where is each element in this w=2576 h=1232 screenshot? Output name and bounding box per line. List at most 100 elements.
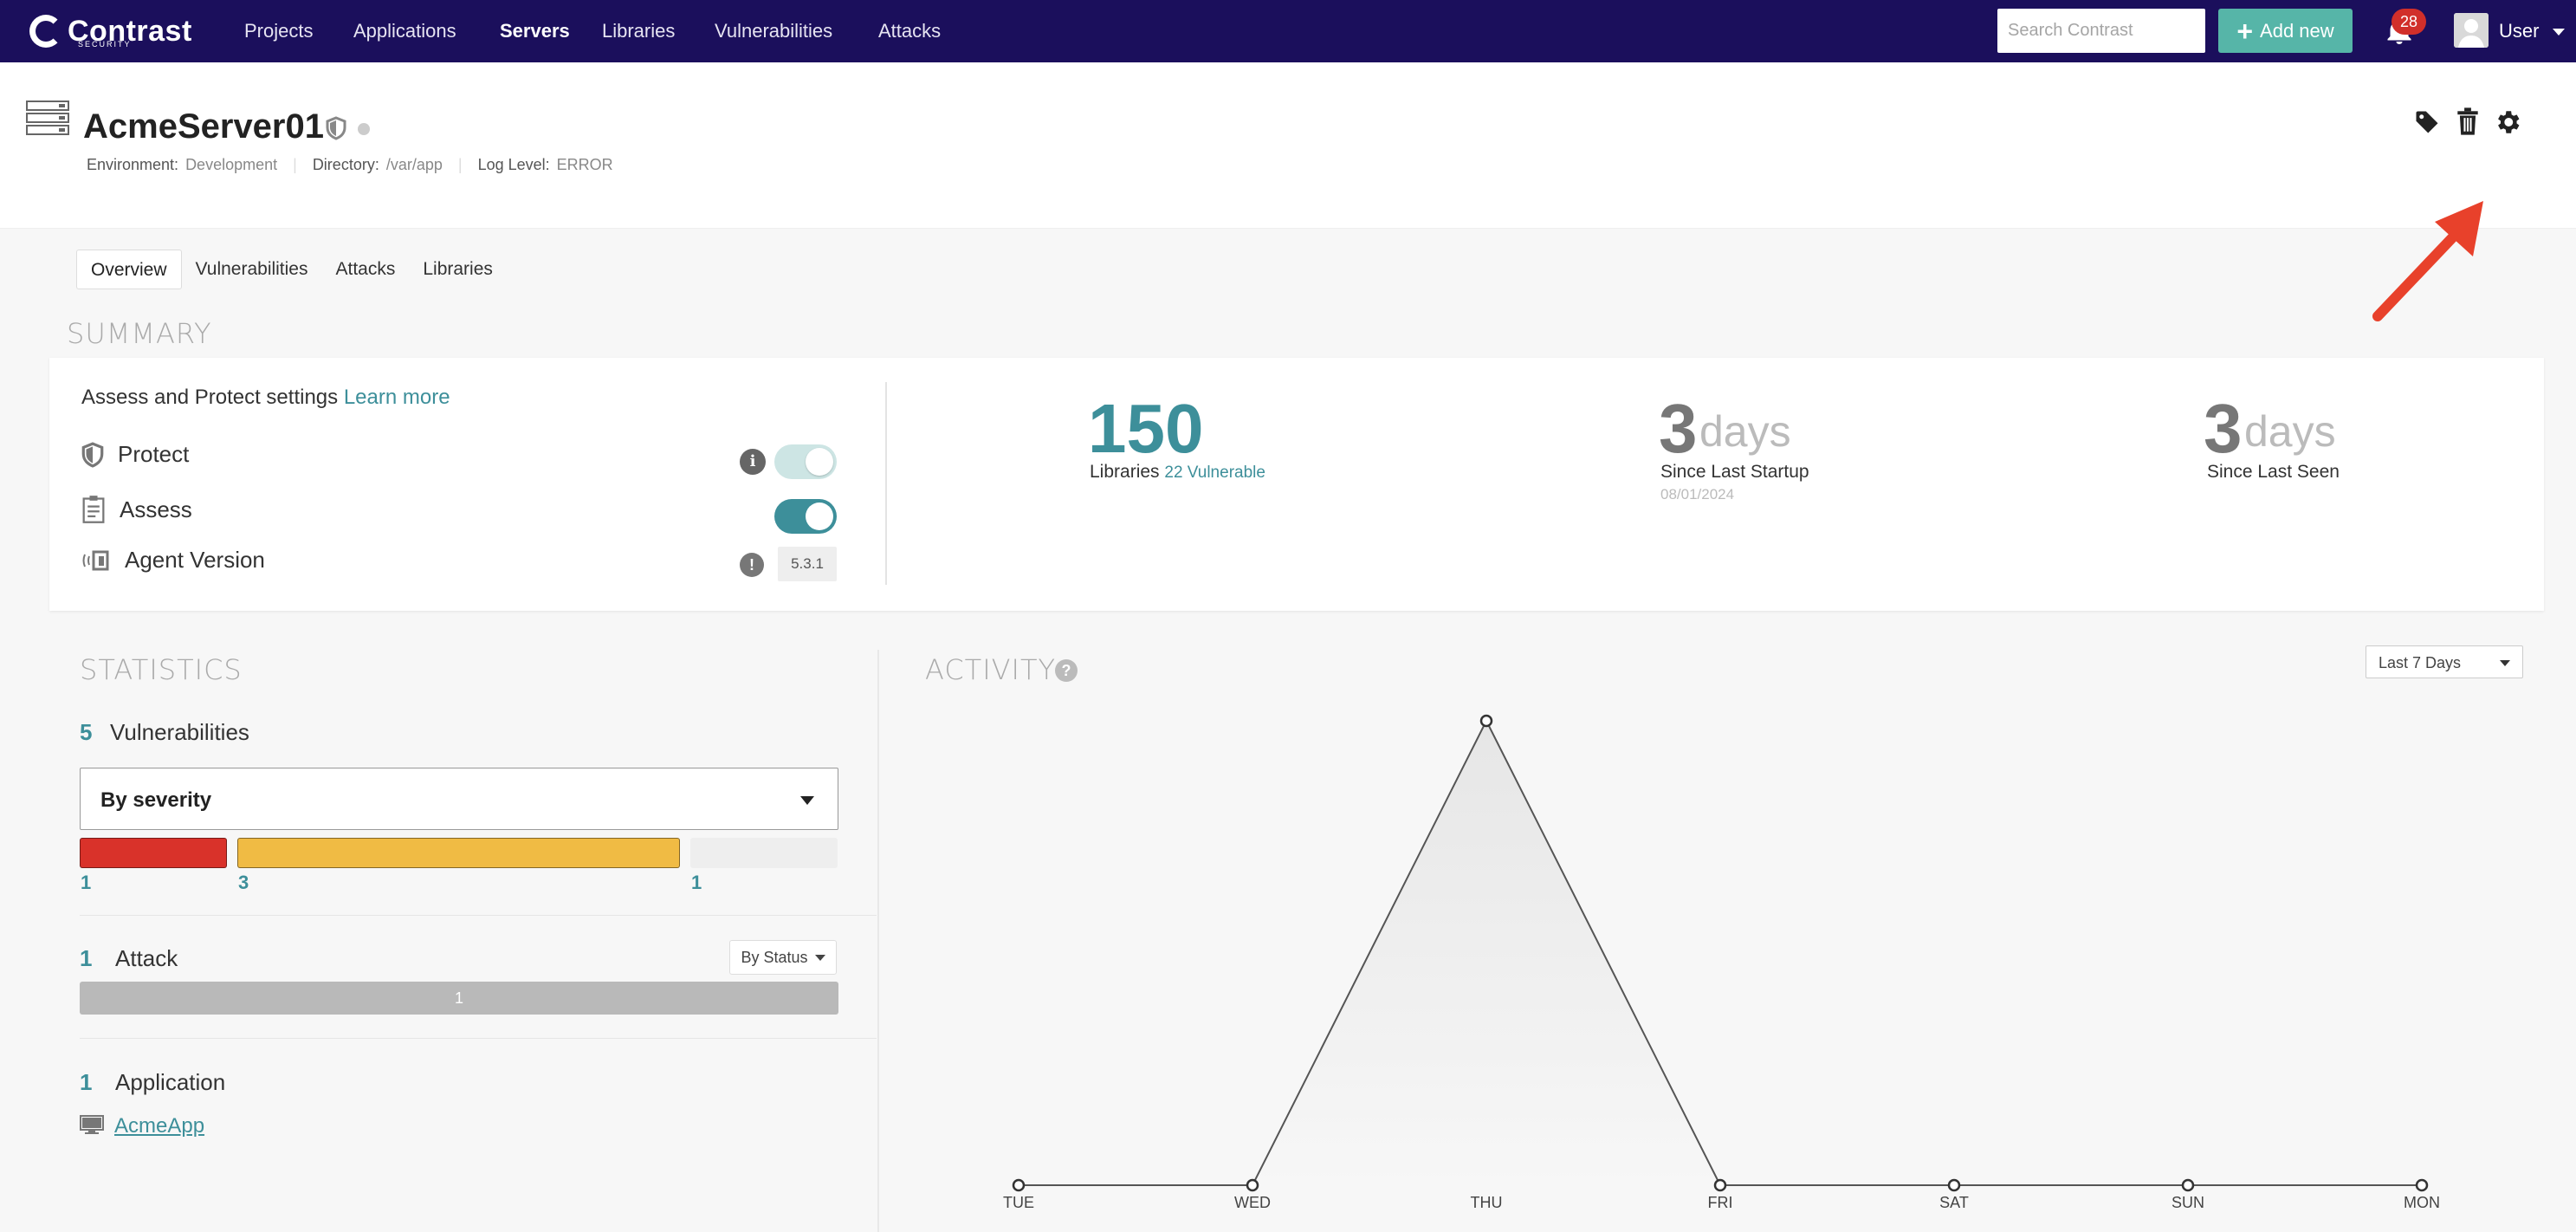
chart-x-tick-label: THU: [1471, 1194, 1503, 1211]
chevron-down-icon: [2500, 660, 2510, 666]
protect-toggle[interactable]: [774, 444, 837, 479]
summary-card: Assess and Protect settings Learn more P…: [49, 358, 2544, 611]
toggle-knob: [806, 448, 833, 476]
severity-select[interactable]: By severity: [80, 768, 838, 830]
info-icon[interactable]: i: [740, 449, 766, 475]
date-range-select[interactable]: Last 7 Days: [2366, 645, 2523, 678]
directory-key: Directory:: [312, 156, 379, 173]
user-avatar-icon: [2454, 13, 2489, 48]
libraries-label: Libraries: [1090, 462, 1160, 482]
add-new-button[interactable]: + Add new: [2218, 9, 2353, 53]
chart-point-mon[interactable]: [2415, 1178, 2429, 1192]
activity-heading: ACTIVITY: [925, 653, 1057, 686]
nav-attacks[interactable]: Attacks: [878, 0, 941, 62]
logo-mark-icon: [29, 15, 62, 48]
status-dot: [358, 123, 370, 135]
chart-point-fri[interactable]: [1713, 1178, 1727, 1192]
chevron-down-icon[interactable]: [2553, 29, 2565, 36]
user-menu-label[interactable]: User: [2499, 0, 2539, 62]
chart-x-tick-label: WED: [1234, 1194, 1271, 1211]
tab-vulnerabilities[interactable]: Vulnerabilities: [182, 250, 322, 289]
nav-servers[interactable]: Servers: [500, 0, 570, 62]
settings-title: Assess and Protect settings Learn more: [81, 386, 450, 410]
chart-point-sat[interactable]: [1947, 1178, 1961, 1192]
startup-label: Since Last Startup: [1660, 462, 1809, 482]
application-count[interactable]: 1: [80, 1069, 92, 1096]
divider: [80, 1038, 877, 1039]
startup-unit: days: [1699, 407, 1791, 456]
plus-icon: +: [2236, 15, 2254, 47]
protect-label: Protect: [118, 441, 190, 467]
chart-point-thu[interactable]: [1479, 714, 1493, 728]
attack-label: Attack: [115, 945, 178, 971]
server-meta: Environment: Development | Directory: /v…: [87, 156, 613, 174]
chart-point-tue[interactable]: [1012, 1178, 1026, 1192]
severity-bar-low[interactable]: [690, 838, 838, 868]
tab-overview[interactable]: Overview: [76, 250, 182, 289]
nav-vulnerabilities[interactable]: Vulnerabilities: [715, 0, 832, 62]
severity-count-low[interactable]: 1: [691, 872, 702, 894]
page-title: AcmeServer01: [83, 107, 324, 146]
date-range-value: Last 7 Days: [2379, 654, 2462, 671]
help-icon[interactable]: ?: [1055, 659, 1078, 682]
chart-point-sun[interactable]: [2181, 1178, 2195, 1192]
server-header: AcmeServer01 Environment: Development | …: [0, 62, 2576, 321]
nav-libraries[interactable]: Libraries: [602, 0, 675, 62]
contrast-logo[interactable]: Contrast SECURITY: [29, 10, 192, 52]
environment-key: Environment:: [87, 156, 179, 173]
clipboard-icon: [82, 496, 105, 523]
toggle-knob: [806, 503, 833, 530]
vulnerabilities-count[interactable]: 5: [80, 719, 92, 746]
shield-icon: [81, 441, 104, 468]
card-divider: [885, 382, 887, 585]
chart-x-tick-label: MON: [2404, 1194, 2440, 1211]
chart-point-wed[interactable]: [1246, 1178, 1259, 1192]
top-navigation-bar: Contrast SECURITY Projects Applications …: [0, 0, 2576, 62]
environment-value: Development: [185, 156, 278, 173]
summary-heading: SUMMARY: [67, 317, 212, 350]
severity-count-high[interactable]: 1: [81, 872, 91, 894]
seen-days: 3: [2204, 390, 2243, 467]
severity-bar-high[interactable]: [80, 838, 227, 868]
nav-projects[interactable]: Projects: [244, 0, 313, 62]
protect-row: Protect: [81, 441, 189, 468]
warning-icon[interactable]: !: [740, 553, 764, 577]
search-input[interactable]: [1997, 9, 2205, 53]
trash-icon[interactable]: [2456, 107, 2479, 135]
libraries-count[interactable]: 150: [1088, 389, 1203, 469]
attack-status-select[interactable]: By Status: [729, 940, 837, 975]
chart-area: [1019, 721, 2422, 1185]
meta-separator: |: [293, 156, 297, 173]
startup-days: 3: [1659, 390, 1698, 467]
attack-status-select-value: By Status: [741, 948, 808, 966]
tab-attacks[interactable]: Attacks: [322, 250, 410, 289]
attack-count[interactable]: 1: [80, 945, 92, 972]
severity-count-medium[interactable]: 3: [238, 872, 249, 894]
server-tabs: Overview Vulnerabilities Attacks Librari…: [76, 250, 507, 289]
statistics-heading: STATISTICS: [80, 653, 243, 686]
startup-date: 08/01/2024: [1660, 486, 1735, 503]
log-level-value: ERROR: [556, 156, 613, 173]
chevron-down-icon: [814, 954, 825, 961]
nav-applications[interactable]: Applications: [353, 0, 456, 62]
libraries-vulnerable[interactable]: 22 Vulnerable: [1164, 464, 1265, 482]
notification-badge[interactable]: 28: [2392, 9, 2426, 35]
avatar[interactable]: [2454, 13, 2489, 48]
assess-row: Assess: [81, 495, 192, 524]
gear-icon[interactable]: [2493, 107, 2522, 137]
tab-libraries[interactable]: Libraries: [409, 250, 507, 289]
assess-toggle[interactable]: [774, 499, 837, 534]
tag-icon[interactable]: [2414, 109, 2440, 135]
chart-x-tick-label: SUN: [2171, 1194, 2204, 1211]
attack-status-bar[interactable]: 1: [80, 982, 838, 1015]
severity-bar-medium[interactable]: [237, 838, 680, 868]
vulnerabilities-label: Vulnerabilities: [110, 719, 249, 745]
server-icon: [26, 101, 69, 135]
learn-more-link[interactable]: Learn more: [344, 386, 450, 409]
chart-series-line: [1019, 718, 2422, 1186]
chart-x-tick-label: FRI: [1708, 1194, 1733, 1211]
seen-label: Since Last Seen: [2207, 462, 2340, 482]
annotation-arrow: [2372, 201, 2483, 321]
application-link[interactable]: AcmeApp: [114, 1114, 204, 1138]
severity-select-value: By severity: [100, 788, 212, 812]
